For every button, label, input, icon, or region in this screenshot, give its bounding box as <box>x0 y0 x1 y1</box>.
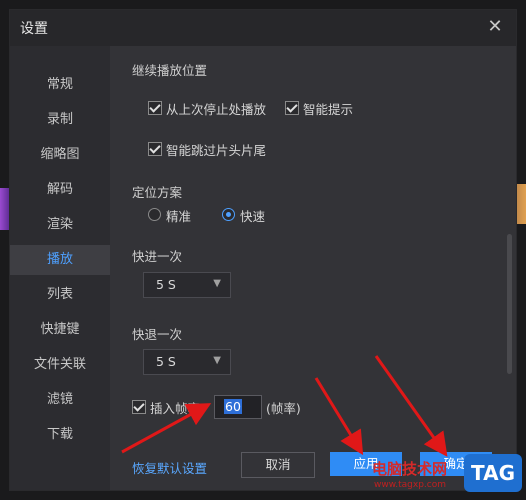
sidebar-item-download[interactable]: 下载 <box>10 420 110 450</box>
sidebar-item-filters[interactable]: 滤镜 <box>10 385 110 415</box>
watermark-url: www.tagxp.com <box>374 480 446 490</box>
frame-rate-value: 60 <box>224 399 242 414</box>
backward-step-select[interactable]: 5 S ▼ <box>143 349 231 375</box>
watermark-site-name: 电脑技术网 <box>372 460 448 478</box>
resume-section-title: 继续播放位置 <box>132 63 208 78</box>
seek-precise-label: 精准 <box>166 209 192 224</box>
title-bar: 设置 ✕ <box>10 10 516 46</box>
forward-step-value: 5 S <box>156 277 176 292</box>
resume-last-position-label: 从上次停止处播放 <box>166 102 267 117</box>
site-watermark: 电脑技术网 www.tagxp.com TAG <box>372 454 522 496</box>
skip-intro-outro-checkbox[interactable] <box>148 142 162 156</box>
sidebar-item-file-association[interactable]: 文件关联 <box>10 350 110 380</box>
seek-fast-radio[interactable] <box>222 208 235 221</box>
content-scrollbar[interactable] <box>507 234 512 374</box>
insert-frame-rate-label: 插入帧率 <box>150 401 201 416</box>
resume-last-position-checkbox[interactable] <box>148 101 162 115</box>
sidebar-item-playback[interactable]: 播放 <box>10 245 110 275</box>
restore-defaults-link[interactable]: 恢复默认设置 <box>132 458 207 477</box>
seek-mode-section-title: 定位方案 <box>132 185 183 200</box>
background-glow-right <box>516 184 526 224</box>
chevron-down-icon: ▼ <box>213 355 221 366</box>
sidebar-item-shortcuts[interactable]: 快捷键 <box>10 315 110 345</box>
frame-rate-input[interactable]: 60 <box>214 395 262 419</box>
background-glow-left <box>0 188 10 230</box>
sidebar-item-decode[interactable]: 解码 <box>10 175 110 205</box>
settings-dialog: 设置 ✕ 常规 录制 缩略图 解码 渲染 播放 列表 快捷键 文件关联 滤镜 下… <box>10 10 516 490</box>
forward-step-select[interactable]: 5 S ▼ <box>143 272 231 298</box>
seek-precise-radio[interactable] <box>148 208 161 221</box>
skip-intro-outro-label: 智能跳过片头片尾 <box>166 143 267 158</box>
watermark-badge: TAG <box>464 454 522 492</box>
sidebar-item-list[interactable]: 列表 <box>10 280 110 310</box>
sidebar-item-general[interactable]: 常规 <box>10 70 110 100</box>
forward-section-title: 快进一次 <box>132 249 183 264</box>
backward-step-value: 5 S <box>156 354 176 369</box>
sidebar-item-render[interactable]: 渲染 <box>10 210 110 240</box>
chevron-down-icon: ▼ <box>213 278 221 289</box>
frame-rate-unit: (帧率) <box>266 401 301 416</box>
backward-section-title: 快退一次 <box>132 327 183 342</box>
sidebar-item-record[interactable]: 录制 <box>10 105 110 135</box>
dialog-title: 设置 <box>20 21 48 37</box>
settings-content: 继续播放位置 从上次停止处播放 智能提示 智能跳过片头片尾 定位方案 精准 快速… <box>110 46 516 490</box>
smart-prompt-checkbox[interactable] <box>285 101 299 115</box>
smart-prompt-label: 智能提示 <box>303 102 354 117</box>
insert-frame-rate-checkbox[interactable] <box>132 400 146 414</box>
sidebar-item-thumbnail[interactable]: 缩略图 <box>10 140 110 170</box>
cancel-button[interactable]: 取消 <box>241 452 315 478</box>
seek-fast-label: 快速 <box>240 209 266 224</box>
close-icon[interactable]: ✕ <box>484 16 506 38</box>
settings-sidebar: 常规 录制 缩略图 解码 渲染 播放 列表 快捷键 文件关联 滤镜 下载 <box>10 46 110 490</box>
